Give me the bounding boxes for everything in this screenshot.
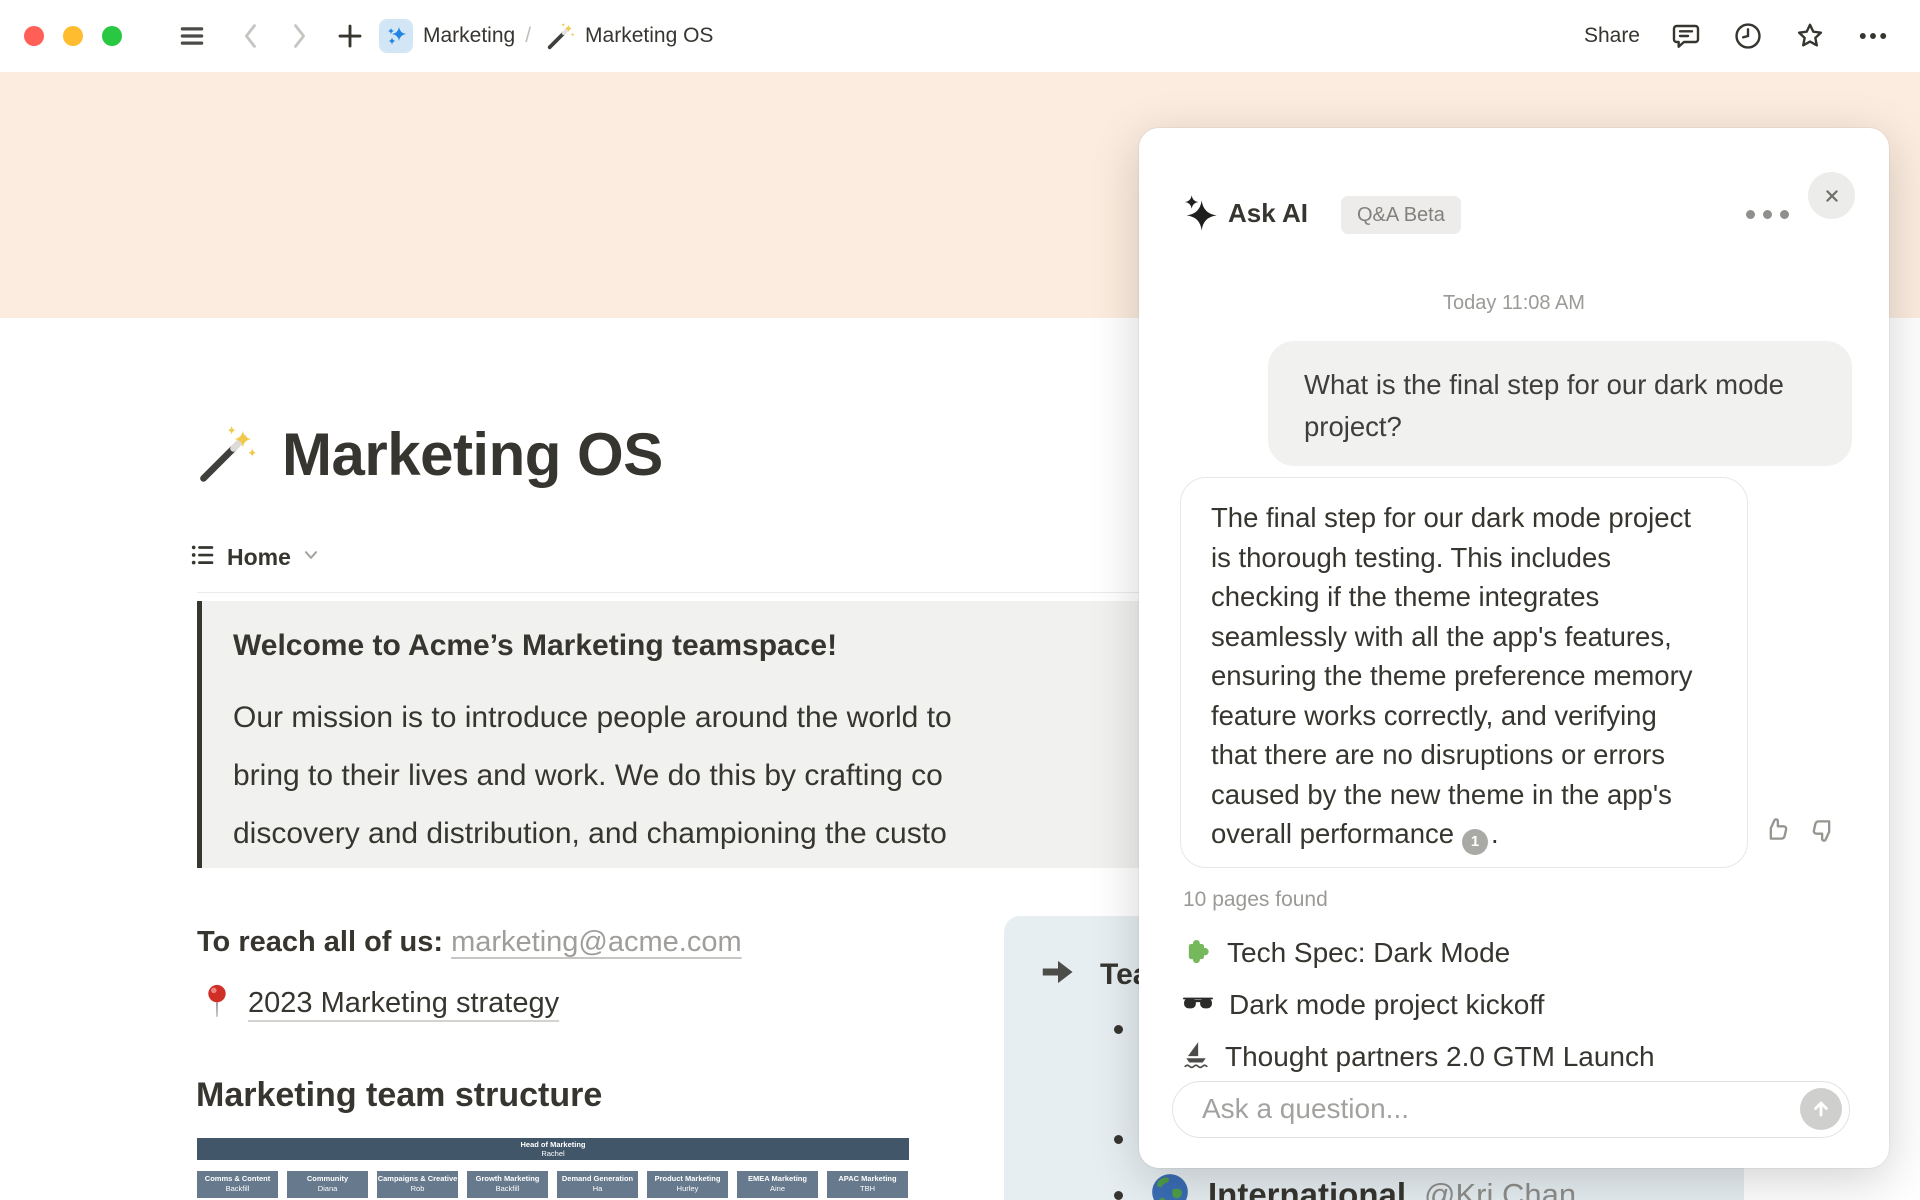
user-mention[interactable]: @Kri Chan (1424, 1177, 1576, 1200)
feedback-buttons (1761, 814, 1839, 846)
ask-ai-title: Ask AI (1228, 198, 1308, 228)
magic-wand-icon[interactable] (196, 424, 256, 489)
list-bullet (1114, 1025, 1123, 1034)
comments-icon[interactable] (1670, 20, 1702, 52)
updates-clock-icon[interactable] (1732, 20, 1764, 52)
org-team-box: Comms & Content Backfill (197, 1171, 278, 1198)
sunglasses-icon (1183, 993, 1213, 1018)
favorite-star-icon[interactable] (1794, 20, 1826, 52)
breadcrumb-page[interactable]: Marketing OS (585, 24, 713, 48)
topbar: Marketing / Marketing OS Share (0, 0, 1920, 72)
source-page-row[interactable]: Tech Spec: Dark Mode (1175, 930, 1865, 976)
ask-ai-panel: Ask AI Q&A Beta Today 11:08 AM What is t… (1139, 128, 1889, 1168)
org-team-box: APAC Marketing TBH (827, 1171, 908, 1198)
panel-more-icon[interactable] (1746, 210, 1789, 219)
org-team-box: Demand Generation Ha (557, 1171, 638, 1198)
org-team-row: Comms & Content Backfill Community Diana C… (197, 1171, 909, 1198)
org-team-box: Product Marketing Hurley (647, 1171, 728, 1198)
source-page-row[interactable]: Thought partners 2.0 GTM Launch (1175, 1034, 1865, 1080)
nav-back-icon[interactable] (237, 21, 265, 51)
strategy-page-link-row: 2023 Marketing strategy (204, 983, 559, 1024)
strategy-page-link[interactable]: 2023 Marketing strategy (248, 987, 559, 1020)
share-button[interactable]: Share (1584, 24, 1640, 48)
ai-answer-bubble: The final step for our dark mode project… (1180, 477, 1748, 868)
ai-sparkles-icon (1180, 192, 1220, 237)
org-team-box: EMEA Marketing Aine (737, 1171, 818, 1198)
tab-home[interactable]: Home (190, 542, 320, 573)
org-head-role: Head of Marketing (520, 1140, 586, 1149)
new-page-icon[interactable] (335, 21, 365, 51)
chevron-down-icon (302, 546, 320, 569)
org-team-box: Community Diana (287, 1171, 368, 1198)
ask-question-inputwrap (1172, 1081, 1850, 1138)
contact-line: To reach all of us: marketing@acme.com (197, 926, 742, 959)
conversation-timestamp: Today 11:08 AM (1443, 292, 1585, 314)
list-bullet (1114, 1191, 1123, 1200)
user-question-bubble: What is the final step for our dark mode… (1268, 341, 1852, 466)
window-close-button[interactable] (24, 26, 44, 46)
notion-window: Marketing / Marketing OS Share Marketing… (0, 0, 1920, 1200)
qa-beta-badge: Q&A Beta (1341, 196, 1461, 234)
ask-question-input[interactable] (1173, 1082, 1783, 1136)
nav-forward-icon[interactable] (285, 21, 313, 51)
thumbs-up-icon[interactable] (1761, 814, 1793, 846)
thumbs-down-icon[interactable] (1807, 814, 1839, 846)
sailboat-icon (1183, 1041, 1209, 1074)
contact-label: To reach all of us: (197, 926, 444, 958)
list-bullet (1114, 1135, 1123, 1144)
globe-icon (1150, 1172, 1190, 1200)
page-title-row: Marketing OS (196, 420, 663, 489)
citation-badge[interactable]: 1 (1462, 828, 1489, 855)
window-minimize-button[interactable] (63, 26, 83, 46)
tab-home-label: Home (227, 544, 291, 570)
international-page-link[interactable]: International (1208, 1176, 1406, 1200)
org-head-box: Head of Marketing Rachel (197, 1138, 909, 1160)
sidebar-menu-icon[interactable] (177, 21, 207, 51)
teamspace-sparkles-icon[interactable] (379, 19, 413, 53)
org-team-box: Growth Marketing Backfill (467, 1171, 548, 1198)
panel-close-icon[interactable] (1808, 172, 1855, 219)
page-title: Marketing OS (282, 421, 663, 488)
team-card-heading-row: Tea (1038, 954, 1149, 995)
window-zoom-button[interactable] (102, 26, 122, 46)
source-page-row[interactable]: Dark mode project kickoff (1175, 982, 1865, 1028)
international-row: International @Kri Chan (1150, 1172, 1576, 1200)
list-view-icon (190, 542, 216, 573)
puzzle-icon (1183, 937, 1211, 970)
org-chart-image: Head of Marketing Rachel Comms & Content… (197, 1138, 909, 1198)
arrow-right-icon[interactable] (1038, 954, 1078, 995)
send-question-button[interactable] (1800, 1088, 1842, 1130)
more-options-icon[interactable] (1856, 21, 1890, 51)
answer-last-line: overall performance 1. (1211, 814, 1717, 855)
team-structure-heading: Marketing team structure (196, 1076, 603, 1114)
org-team-box: Campaigns & Creative Rob (377, 1171, 458, 1198)
email-link[interactable]: marketing@acme.com (451, 926, 742, 958)
breadcrumb-teamspace[interactable]: Marketing (423, 24, 515, 48)
pages-found-label: 10 pages found (1183, 888, 1328, 911)
org-head-name: Rachel (541, 1149, 565, 1158)
pushpin-icon (204, 983, 230, 1024)
breadcrumb-separator: / (525, 24, 532, 47)
magic-wand-icon (545, 21, 575, 51)
